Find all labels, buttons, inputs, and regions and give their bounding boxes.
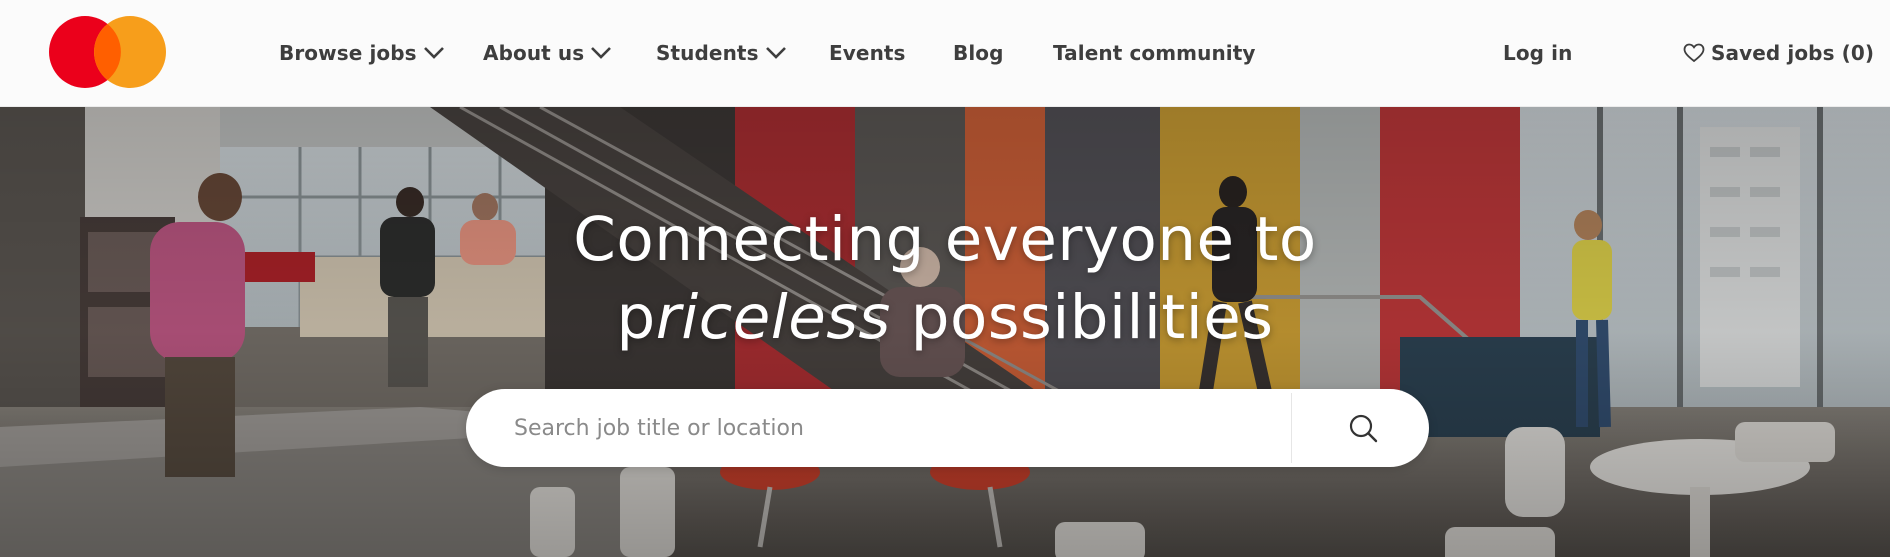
nav-events[interactable]: Events (829, 38, 906, 68)
heart-icon (1683, 43, 1705, 63)
chevron-down-icon (591, 47, 612, 59)
nav-events-label: Events (829, 41, 906, 65)
site-header: Browse jobs About us Students Events Blo… (0, 0, 1890, 107)
hero-headline: Connecting everyone to priceless possibi… (0, 201, 1890, 357)
search-divider (1291, 393, 1292, 463)
mastercard-logo[interactable] (49, 16, 166, 88)
hero-headline-line1: Connecting everyone to (573, 204, 1317, 275)
job-search-bar (466, 389, 1429, 467)
hero-headline-p: p (616, 282, 656, 353)
nav-browse-jobs-label: Browse jobs (279, 41, 417, 65)
search-icon (1349, 414, 1377, 443)
nav-students-label: Students (656, 41, 759, 65)
nav-browse-jobs[interactable]: Browse jobs (279, 38, 445, 68)
search-button[interactable] (1296, 389, 1429, 467)
nav-talent-community[interactable]: Talent community (1053, 38, 1256, 68)
hero-headline-italic: riceless (655, 282, 891, 353)
nav-students[interactable]: Students (656, 38, 787, 68)
chevron-down-icon (765, 47, 786, 59)
nav-about-us[interactable]: About us (483, 38, 612, 68)
nav-log-in-label: Log in (1503, 41, 1573, 65)
nav-saved-jobs[interactable]: Saved jobs (0) (1683, 38, 1874, 68)
nav-blog[interactable]: Blog (953, 38, 1004, 68)
hero-headline-rest: possibilities (890, 282, 1274, 353)
nav-about-us-label: About us (483, 41, 585, 65)
nav-blog-label: Blog (953, 41, 1004, 65)
nav-log-in[interactable]: Log in (1503, 38, 1572, 68)
chevron-down-icon (423, 47, 444, 59)
search-input[interactable] (514, 389, 1294, 467)
nav-talent-community-label: Talent community (1053, 41, 1256, 65)
hero-banner: Connecting everyone to priceless possibi… (0, 107, 1890, 557)
nav-saved-jobs-label: Saved jobs (0) (1711, 41, 1875, 65)
